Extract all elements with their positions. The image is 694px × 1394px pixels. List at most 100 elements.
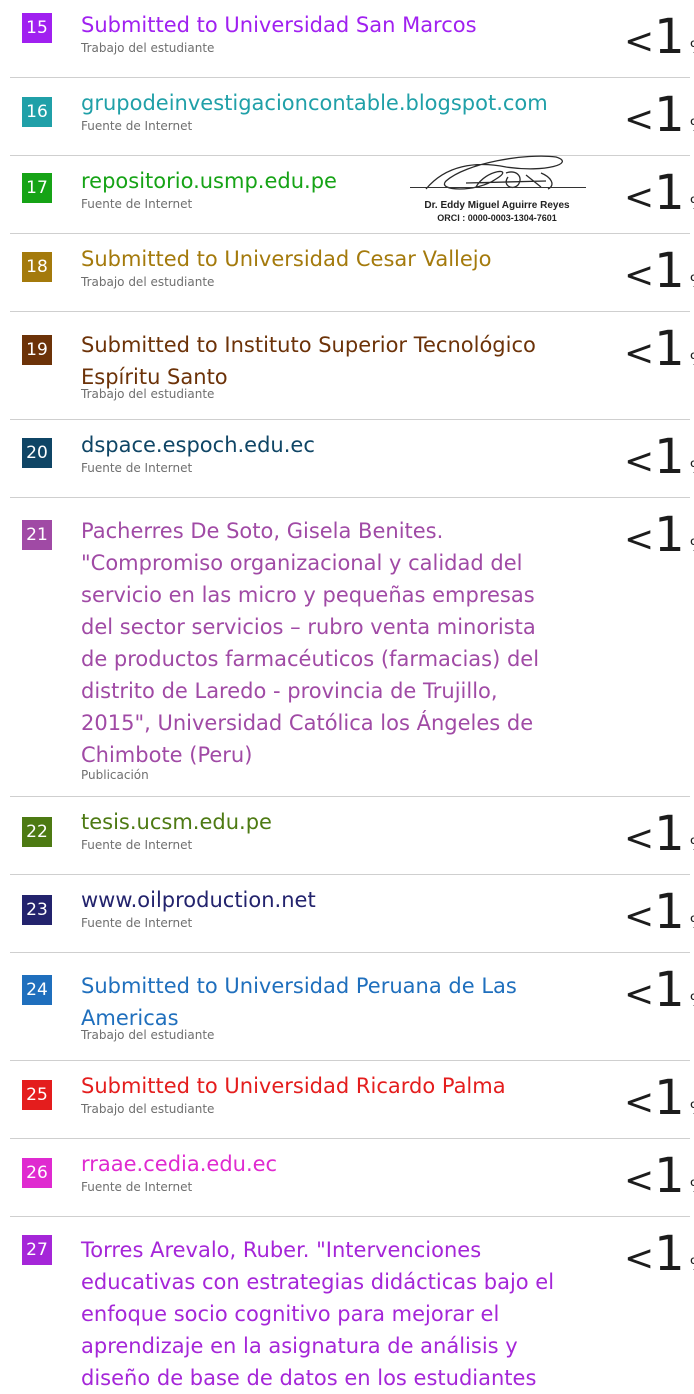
- source-title[interactable]: Pacherres De Soto, Gisela Benites. "Comp…: [81, 515, 581, 771]
- percentage-value: 1: [654, 1226, 685, 1282]
- match-percentage: <1%: [624, 884, 694, 940]
- percentage-value: 1: [654, 321, 685, 377]
- signature-name: Dr. Eddy Miguel Aguirre Reyes: [424, 200, 570, 211]
- less-than-sign: <: [624, 441, 655, 482]
- source-number-badge: 26: [22, 1158, 52, 1188]
- source-type: Fuente de Internet: [81, 119, 193, 133]
- percentage-value: 1: [654, 507, 685, 563]
- source-type: Trabajo del estudiante: [81, 275, 215, 289]
- source-title[interactable]: Submitted to Instituto Superior Tecnológ…: [81, 329, 581, 393]
- less-than-sign: <: [624, 255, 655, 296]
- percent-sign: %: [690, 913, 694, 933]
- match-percentage: <1%: [624, 321, 694, 377]
- source-number-badge: 20: [22, 438, 52, 468]
- less-than-sign: <: [624, 99, 655, 140]
- source-type: Publicación: [81, 768, 149, 782]
- row-divider: [10, 77, 690, 78]
- percentage-value: 1: [654, 87, 685, 143]
- source-number-badge: 19: [22, 335, 52, 365]
- percent-sign: %: [690, 536, 694, 556]
- less-than-sign: <: [624, 1238, 655, 1279]
- match-percentage: <1%: [624, 429, 694, 485]
- percentage-value: 1: [654, 1070, 685, 1126]
- percentage-value: 1: [654, 806, 685, 862]
- percent-sign: %: [690, 991, 694, 1011]
- source-title[interactable]: Submitted to Universidad Cesar Vallejo: [81, 243, 581, 275]
- source-title[interactable]: tesis.ucsm.edu.pe: [81, 806, 581, 838]
- row-divider: [10, 1060, 690, 1061]
- source-title[interactable]: Submitted to Universidad Peruana de Las …: [81, 970, 581, 1034]
- match-percentage: <1%: [624, 962, 694, 1018]
- source-number-badge: 18: [22, 252, 52, 282]
- match-percentage: <1%: [624, 507, 694, 563]
- less-than-sign: <: [624, 818, 655, 859]
- source-number-badge: 22: [22, 817, 52, 847]
- source-title[interactable]: Submitted to Universidad Ricardo Palma: [81, 1070, 581, 1102]
- match-percentage: <1%: [624, 87, 694, 143]
- source-title[interactable]: rraae.cedia.edu.ec: [81, 1148, 581, 1180]
- source-type: Trabajo del estudiante: [81, 1028, 215, 1042]
- source-title[interactable]: Submitted to Universidad San Marcos: [81, 9, 581, 41]
- less-than-sign: <: [624, 896, 655, 937]
- percentage-value: 1: [654, 1148, 685, 1204]
- signature-stamp: Dr. Eddy Miguel Aguirre Reyes ORCI : 000…: [406, 153, 588, 229]
- match-percentage: <1%: [624, 1148, 694, 1204]
- source-type: Fuente de Internet: [81, 838, 193, 852]
- source-number-badge: 16: [22, 97, 52, 127]
- percent-sign: %: [690, 1255, 694, 1275]
- less-than-sign: <: [624, 177, 655, 218]
- less-than-sign: <: [624, 333, 655, 374]
- match-percentage: <1%: [624, 1070, 694, 1126]
- less-than-sign: <: [624, 519, 655, 560]
- row-divider: [10, 796, 690, 797]
- source-title[interactable]: dspace.espoch.edu.ec: [81, 429, 581, 461]
- match-percentage: <1%: [624, 165, 694, 221]
- source-title[interactable]: Torres Arevalo, Ruber. "Intervenciones e…: [81, 1234, 581, 1394]
- source-type: Trabajo del estudiante: [81, 41, 215, 55]
- source-type: Trabajo del estudiante: [81, 387, 215, 401]
- signature-orci: ORCI : 0000-0003-1304-7601: [437, 213, 557, 223]
- percent-sign: %: [690, 458, 694, 478]
- row-divider: [10, 1216, 690, 1217]
- percentage-value: 1: [654, 429, 685, 485]
- match-percentage: <1%: [624, 806, 694, 862]
- source-type: Fuente de Internet: [81, 916, 193, 930]
- source-number-badge: 25: [22, 1080, 52, 1110]
- row-divider: [10, 952, 690, 953]
- percent-sign: %: [690, 1099, 694, 1119]
- row-divider: [10, 155, 690, 156]
- percentage-value: 1: [654, 962, 685, 1018]
- less-than-sign: <: [624, 1082, 655, 1123]
- source-title[interactable]: grupodeinvestigacioncontable.blogspot.co…: [81, 87, 581, 119]
- source-title[interactable]: www.oilproduction.net: [81, 884, 581, 916]
- percentage-value: 1: [654, 9, 685, 65]
- source-number-badge: 24: [22, 975, 52, 1005]
- less-than-sign: <: [624, 974, 655, 1015]
- source-type: Fuente de Internet: [81, 1180, 193, 1194]
- percent-sign: %: [690, 116, 694, 136]
- percent-sign: %: [690, 38, 694, 58]
- row-divider: [10, 233, 690, 234]
- source-number-badge: 15: [22, 13, 52, 43]
- signature-line: [410, 187, 586, 188]
- percentage-value: 1: [654, 884, 685, 940]
- percentage-value: 1: [654, 243, 685, 299]
- row-divider: [10, 311, 690, 312]
- match-percentage: <1%: [624, 1226, 694, 1282]
- percent-sign: %: [690, 194, 694, 214]
- source-type: Fuente de Internet: [81, 197, 193, 211]
- row-divider: [10, 874, 690, 875]
- percent-sign: %: [690, 1177, 694, 1197]
- less-than-sign: <: [624, 21, 655, 62]
- source-number-badge: 17: [22, 173, 52, 203]
- percent-sign: %: [690, 272, 694, 292]
- source-type: Fuente de Internet: [81, 461, 193, 475]
- source-number-badge: 27: [22, 1235, 52, 1265]
- match-percentage: <1%: [624, 243, 694, 299]
- match-percentage: <1%: [624, 9, 694, 65]
- percent-sign: %: [690, 350, 694, 370]
- percentage-value: 1: [654, 165, 685, 221]
- source-number-badge: 21: [22, 520, 52, 550]
- row-divider: [10, 497, 690, 498]
- percent-sign: %: [690, 835, 694, 855]
